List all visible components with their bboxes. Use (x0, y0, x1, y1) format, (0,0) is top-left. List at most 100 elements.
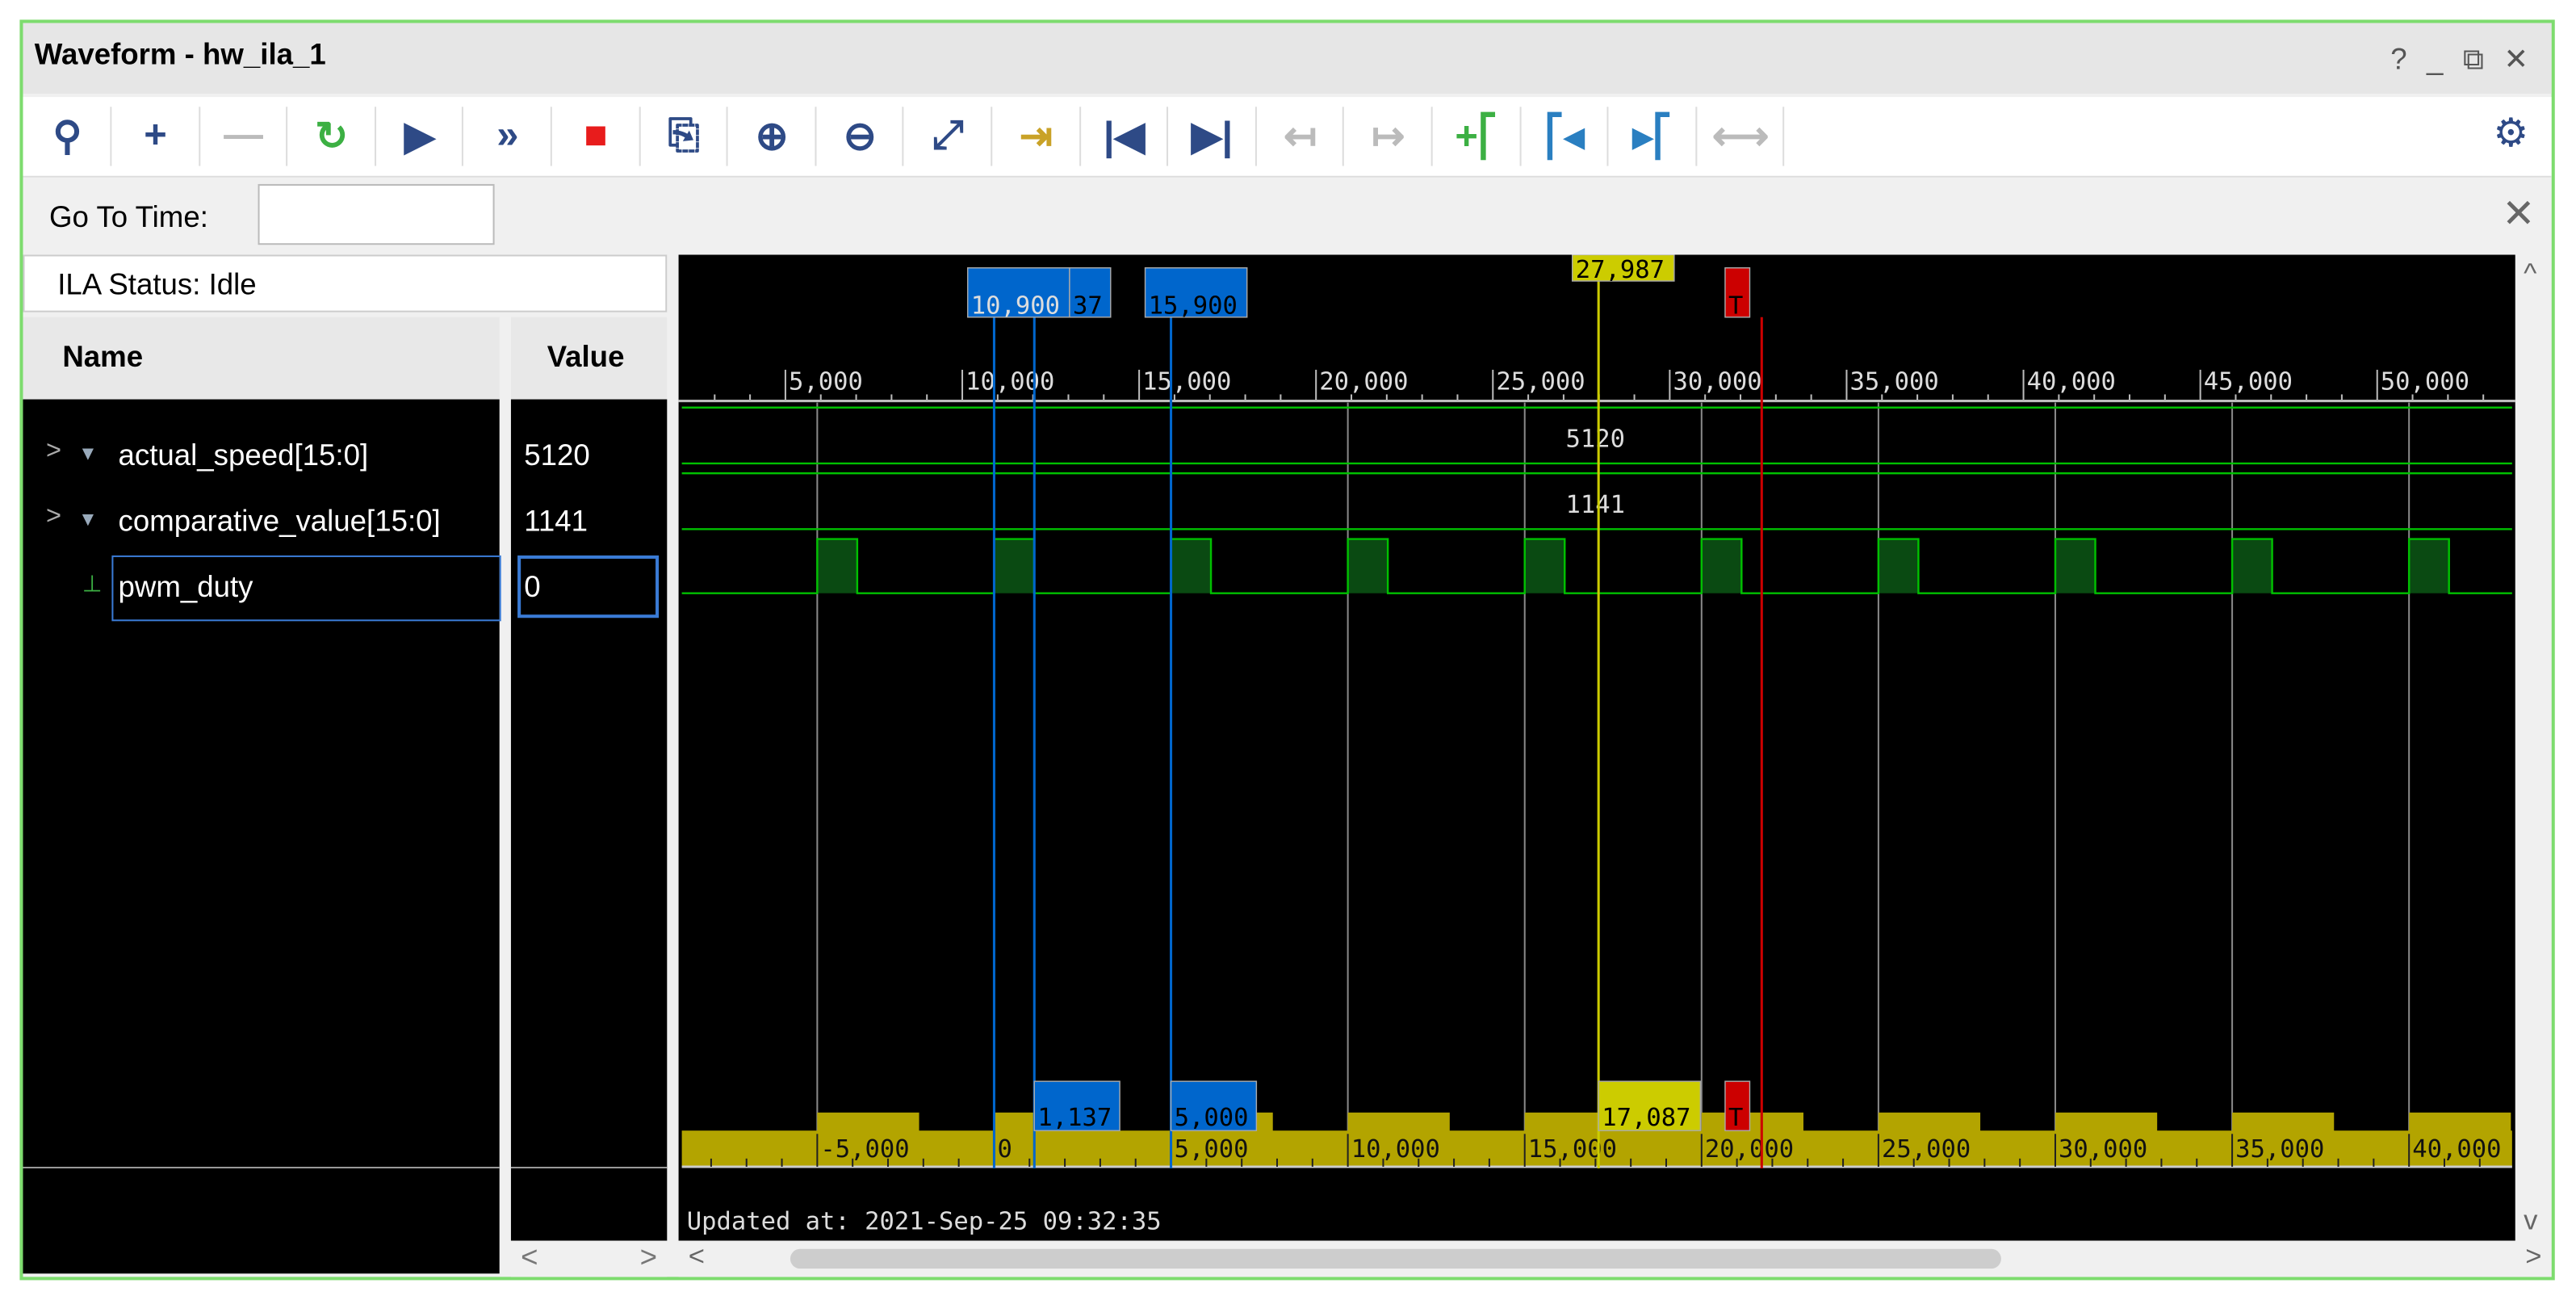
pwm-pulse (2055, 539, 2096, 593)
value-hscrollbar[interactable]: < > (510, 1240, 668, 1277)
remove-icon[interactable]: — (211, 107, 276, 166)
sample-axis-label: 40,000 (2412, 1135, 2501, 1164)
signal-row-pwm-duty[interactable]: ⊥ pwm_duty (23, 555, 501, 622)
value-text: 5120 (524, 438, 590, 472)
waveform-svg[interactable]: 5,000 10,000 15,000 20,000 25,000 30,000 35,00… (678, 254, 2515, 1241)
bus-icon: ▾ (82, 504, 94, 531)
expand-icon[interactable]: > (46, 503, 61, 533)
toolbar-separator (286, 107, 288, 166)
value-text: 1141 (524, 504, 589, 538)
sample-axis-label: 10,000 (1351, 1135, 1440, 1164)
toolbar-separator (903, 107, 905, 166)
toolbar-separator (1079, 107, 1081, 166)
go-to-time-input[interactable] (258, 183, 495, 245)
go-to-end-icon[interactable]: ▶| (1179, 107, 1245, 166)
gear-icon[interactable]: ⚙ (2493, 110, 2528, 157)
sample-axis-label: 0 (998, 1135, 1012, 1164)
stop-icon[interactable]: ■ (563, 107, 628, 166)
help-icon[interactable]: ? (2390, 43, 2406, 78)
updated-timestamp: Updated at: 2021-Sep-25 09:32:35 (687, 1207, 1162, 1235)
run-icon[interactable]: ▶ (387, 107, 452, 166)
signal-name-list: > ▾ actual_speed[15:0] > ▾ comparative_v… (23, 399, 501, 1274)
toolbar-separator (462, 107, 464, 166)
sample-axis-label: -5,000 (820, 1135, 909, 1164)
pwm-pulse (1701, 539, 1742, 593)
ila-status-text: ILA Status: Idle (57, 267, 257, 301)
search-icon[interactable]: ⚲ (35, 107, 100, 166)
run-immediate-icon[interactable]: » (475, 107, 540, 166)
sample-axis-label: 30,000 (2059, 1135, 2147, 1164)
ruler-tick-label: 15,000 (1142, 367, 1231, 396)
toolbar-separator (1430, 107, 1433, 166)
pwm-pulse (1171, 539, 1212, 593)
waveform-canvas[interactable]: 5,000 10,000 15,000 20,000 25,000 30,000 35,00… (678, 254, 2515, 1241)
scroll-left-icon[interactable]: < (521, 1241, 538, 1276)
expand-icon[interactable]: > (46, 437, 61, 467)
waveform-vscrollbar[interactable]: ^ v (2515, 254, 2552, 1241)
sample-axis-label: 35,000 (2235, 1135, 2324, 1164)
close-icon[interactable]: ✕ (2503, 43, 2528, 78)
ruler-tick-label: 35,000 (1850, 367, 1939, 396)
sample-axis-block (817, 1112, 919, 1133)
scrollbar-thumb[interactable] (790, 1248, 2001, 1269)
ruler-tick-label: 50,000 (2381, 367, 2469, 396)
waveform-window: Waveform - hw_ila_1 ? _ ⧉ ✕ ⚙ ⚲ + — ↻ ▶ » ■ ⎘ ⊕ ⊖… (19, 19, 2555, 1281)
go-to-time-label: Go To Time: (49, 200, 208, 233)
waveform-hscrollbar[interactable]: < > (678, 1240, 2552, 1277)
toolbar-separator (374, 107, 376, 166)
scroll-up-icon[interactable]: ^ (2524, 258, 2536, 291)
add-marker-icon[interactable]: +⎡ (1443, 107, 1509, 166)
minimize-icon[interactable]: _ (2427, 43, 2443, 78)
run-trigger-icon[interactable]: ↻ (299, 107, 364, 166)
export-icon[interactable]: ⎘ (651, 107, 716, 166)
ruler-tick-label: 30,000 (1673, 367, 1761, 396)
sample-axis-block (1701, 1112, 1803, 1133)
pwm-pulse (2409, 539, 2449, 593)
toolbar: ⚙ ⚲ + — ↻ ▶ » ■ ⎘ ⊕ ⊖ ⤢ ⇥ |◀ ▶| ↤ ↦ +⎡ ⎡◂ ▸⎡ ⟷ (23, 97, 2552, 178)
scroll-right-icon[interactable]: > (640, 1241, 657, 1276)
signal-row-comparative-value[interactable]: > ▾ comparative_value[15:0] (23, 489, 499, 555)
scroll-left-icon[interactable]: < (689, 1241, 705, 1274)
add-icon[interactable]: + (123, 107, 188, 166)
scroll-right-icon[interactable]: > (2525, 1241, 2541, 1274)
toolbar-separator (815, 107, 817, 166)
ruler-tick-label: 5,000 (789, 367, 863, 396)
previous-marker-icon[interactable]: ⎡◂ (1531, 107, 1597, 166)
go-to-start-icon[interactable]: |◀ (1091, 107, 1157, 166)
name-header-label: Name (62, 340, 144, 373)
toolbar-separator (1342, 107, 1345, 166)
bus-icon: ▾ (82, 438, 94, 465)
signal-name: comparative_value[15:0] (118, 504, 441, 538)
name-column-header[interactable]: Name (23, 317, 500, 400)
trigger-label: T (1728, 292, 1743, 321)
title-bar: Waveform - hw_ila_1 ? _ ⧉ ✕ (23, 23, 2552, 94)
next-transition-icon[interactable]: ↦ (1355, 107, 1421, 166)
previous-transition-icon[interactable]: ↤ (1267, 107, 1333, 166)
zoom-out-icon[interactable]: ⊖ (827, 107, 893, 166)
divider (23, 1166, 500, 1169)
close-goto-icon[interactable]: ✕ (2502, 191, 2535, 238)
toolbar-separator (726, 107, 728, 166)
scroll-down-icon[interactable]: v (2524, 1205, 2537, 1238)
zoom-in-icon[interactable]: ⊕ (739, 107, 804, 166)
next-marker-icon[interactable]: ▸⎡ (1619, 107, 1685, 166)
zoom-fit-icon[interactable]: ⤢ (915, 107, 981, 166)
value-cell: 1141 (511, 489, 667, 555)
ruler-tick-label: 45,000 (2204, 367, 2293, 396)
sample-axis-block (2055, 1112, 2158, 1133)
marker-label: 37 (1073, 292, 1103, 321)
signal-value-list: 5120 1141 0 (510, 399, 668, 1241)
swap-cursor-icon[interactable]: ⟷ (1707, 107, 1773, 166)
value-column-header[interactable]: Value (510, 317, 668, 400)
marker-label: 10,900 (971, 292, 1060, 321)
sample-axis-label: 5,000 (1175, 1135, 1249, 1164)
value-text: 0 (524, 570, 541, 603)
toolbar-separator (1606, 107, 1609, 166)
signal-row-actual-speed[interactable]: > ▾ actual_speed[15:0] (23, 424, 499, 489)
value-cell-selected[interactable]: 0 (511, 555, 667, 621)
restore-icon[interactable]: ⧉ (2463, 43, 2484, 78)
toolbar-separator (1167, 107, 1169, 166)
ruler-tick-label: 20,000 (1319, 367, 1408, 396)
bit-icon: ⊥ (82, 570, 103, 597)
go-to-cursor-icon[interactable]: ⇥ (1003, 107, 1069, 166)
